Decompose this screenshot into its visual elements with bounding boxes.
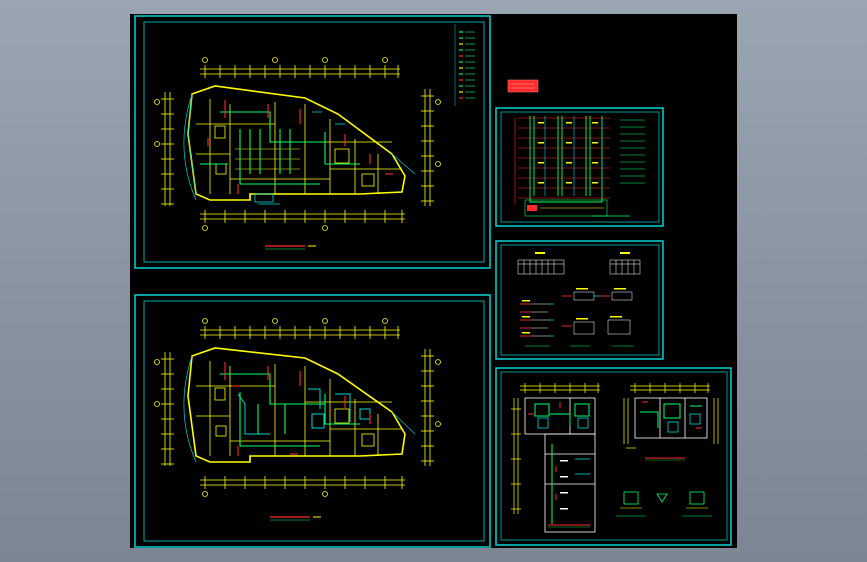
detail-table-right bbox=[609, 259, 641, 275]
sheet-riser-diagram[interactable] bbox=[495, 107, 664, 227]
sheet-plan-lower[interactable] bbox=[134, 294, 491, 548]
enlarged-plan-left bbox=[511, 383, 600, 533]
title-plan-upper bbox=[265, 245, 316, 250]
title-plan-lower bbox=[270, 516, 321, 521]
enlarged-plan-right bbox=[616, 383, 719, 517]
sheet-plan-upper[interactable] bbox=[134, 15, 491, 269]
sheet-enlarged-plan[interactable] bbox=[495, 367, 732, 546]
dimension-sides-upper bbox=[154, 89, 441, 206]
dimension-sides-lower bbox=[154, 349, 441, 466]
dimension-top-upper bbox=[200, 57, 400, 78]
cad-viewport[interactable] bbox=[130, 14, 737, 548]
floor-plan-upper[interactable] bbox=[183, 85, 416, 205]
legend-upper bbox=[454, 24, 475, 106]
floor-plan-lower[interactable] bbox=[183, 347, 416, 463]
dimension-bottom-lower bbox=[200, 476, 405, 497]
title-stamp-icon bbox=[507, 79, 539, 93]
dimension-bottom-upper bbox=[200, 210, 405, 231]
cad-drawing[interactable] bbox=[130, 14, 737, 548]
dimension-top-lower bbox=[200, 318, 400, 339]
sheet-detail[interactable] bbox=[495, 240, 664, 360]
detail-table-left bbox=[517, 259, 565, 275]
